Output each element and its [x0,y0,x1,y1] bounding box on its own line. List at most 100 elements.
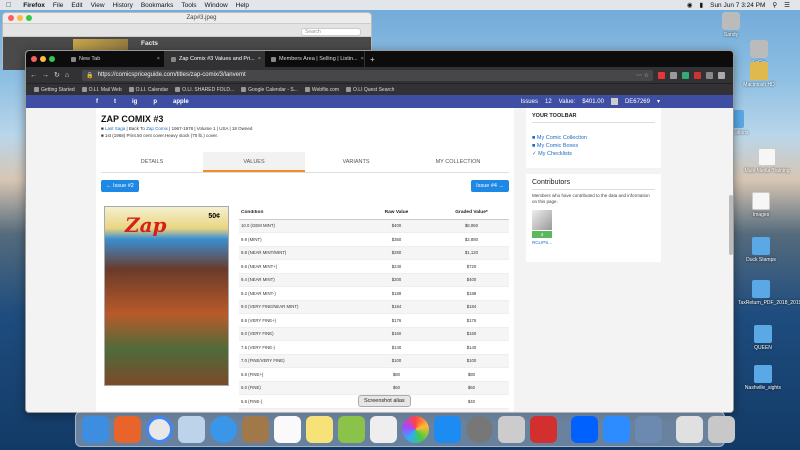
apple-app-icon[interactable]: apple [173,99,189,105]
firefox-window[interactable]: New Tab × Zap Comix #3 Values and Pri... ×… [25,50,734,413]
bookmark-item[interactable]: O.LI. SHARED FOLD... [175,87,234,93]
tab-close-icon[interactable]: × [361,56,364,62]
bookmark-item[interactable]: Webflix.com [304,87,339,93]
contributor-name-link[interactable]: RCLIPS... [532,240,655,245]
menu-help[interactable]: Help [236,2,249,9]
comic-cover-image[interactable]: Zap 50¢ [104,206,229,386]
desktop-icon-doc[interactable]: Images [738,192,784,218]
preview-search-input[interactable]: Search [301,28,361,36]
tab-my-collection[interactable]: MY COLLECTION [407,152,509,172]
bookmark-item[interactable]: Google Calendar - S... [241,87,298,93]
notes-icon[interactable] [306,415,333,443]
app-store-icon[interactable] [434,415,461,443]
close-icon[interactable] [8,15,14,21]
tab-close-icon[interactable]: × [258,56,261,62]
firefox-icon[interactable] [114,415,141,443]
minimize-icon[interactable] [17,15,23,21]
zoom-app-icon[interactable] [603,415,630,443]
my-checklists-link[interactable]: ✓ My Checklists [532,151,655,157]
extension-icon[interactable] [694,71,701,79]
twitter-icon[interactable]: t [114,99,116,105]
desktop-icon-folder[interactable]: Nashville_sights [740,365,786,391]
menubar-clock[interactable]: Sun Jun 7 3:24 PM [710,2,765,9]
tab-zap-comix[interactable]: Zap Comix #3 Values and Pri... × [165,51,265,67]
last-saga-link[interactable]: Last Saga [105,126,125,131]
text-editor-icon[interactable] [498,415,525,443]
close-icon[interactable] [31,56,37,62]
tab-close-icon[interactable]: × [157,56,160,62]
bookmark-item[interactable]: O.LI. Calendar [128,87,168,93]
finder-icon[interactable] [82,415,109,443]
forward-icon[interactable]: → [42,72,49,79]
tab-new-tab[interactable]: New Tab × [65,51,165,67]
photos-icon[interactable] [402,415,429,443]
contacts-icon[interactable] [242,415,269,443]
my-comic-collection-link[interactable]: ■ My Comic Collection [532,135,655,141]
pinterest-icon[interactable]: p [153,99,157,105]
desktop-icon-folder[interactable]: TaxReturn_PDF_2018_2019 [738,280,800,306]
zoom-icon[interactable] [49,56,55,62]
new-tab-icon[interactable]: + [370,55,375,64]
desktop-icon-folder[interactable]: Duck Stamps [738,237,784,263]
tab-values[interactable]: VALUES [203,152,305,172]
mail-icon[interactable] [178,415,205,443]
preview-icon[interactable] [635,415,662,443]
page-actions-icon[interactable]: ⋯ ☆ [636,72,649,79]
facebook-icon[interactable]: f [96,99,98,105]
screenshot-alias-label[interactable]: Screenshot alias [358,395,411,407]
tab-variants[interactable]: VARIANTS [305,152,407,172]
tab-details[interactable]: DETAILS [101,152,203,172]
safari-icon[interactable] [210,415,237,443]
url-bar[interactable]: 🔒 https://comicspriceguide.com/titles/za… [82,69,653,81]
desktop-icon-ydrive[interactable]: Macintosh HD [736,62,782,88]
menubar-app-name[interactable]: Firefox [23,2,45,9]
dropbox-icon[interactable] [571,415,598,443]
instagram-icon[interactable]: ig [132,99,137,105]
chrome-icon[interactable] [146,415,173,443]
menu-window[interactable]: Window [205,2,228,9]
reload-icon[interactable]: ↻ [54,71,60,79]
extension-icon[interactable] [658,71,665,79]
tab-members-area[interactable]: Members Area | Selling | Listin... × [265,51,365,67]
battery-icon[interactable]: ▮ [700,1,704,9]
menu-edit[interactable]: Edit [71,2,82,9]
menu-tools[interactable]: Tools [181,2,196,9]
avatar[interactable] [610,98,618,105]
back-icon[interactable]: ← [30,72,37,79]
maps-icon[interactable] [338,415,365,443]
url-text[interactable]: https://comicspriceguide.com/titles/zap-… [98,72,246,78]
spotlight-icon[interactable]: ⚲ [772,1,777,9]
username[interactable]: DE67269 [625,99,650,105]
my-comic-boxes-link[interactable]: ■ My Comic Boxes [532,143,655,149]
extension-icon[interactable] [706,71,713,79]
menu-file[interactable]: File [53,2,63,9]
downloads-stack-icon[interactable] [676,415,703,443]
extension-icon[interactable] [670,71,677,79]
contributor-avatar[interactable] [532,209,552,230]
desktop-icon-folder[interactable]: QUEEN [740,325,786,351]
menu-history[interactable]: History [113,2,133,9]
extension-icon[interactable] [682,71,689,79]
series-link[interactable]: Zap Comix [146,126,168,131]
next-issue-button[interactable]: Issue #4 → [471,180,509,192]
desktop-icon-doc[interactable]: Multi-Media Training [744,148,790,174]
bookmark-item[interactable]: O.LI Quest Search [346,87,394,93]
menu-view[interactable]: View [91,2,105,9]
chevron-down-icon[interactable]: ▾ [657,98,660,105]
trash-icon[interactable] [708,415,735,443]
menu-icon[interactable] [718,71,725,79]
minimize-icon[interactable] [40,56,46,62]
system-preferences-icon[interactable] [466,415,493,443]
menu-bookmarks[interactable]: Bookmarks [141,2,174,9]
home-icon[interactable]: ⌂ [65,72,69,79]
zoom-icon[interactable] [26,15,32,21]
screenshot-icon[interactable] [370,415,397,443]
desktop-icon-drive[interactable]: Sandy [708,12,754,38]
page-scrollbar[interactable] [729,195,733,255]
bookmark-item[interactable]: Getting Started [34,87,75,93]
control-center-icon[interactable]: ☰ [784,1,790,9]
bookmark-item[interactable]: O.LI. Mail Web [81,87,122,93]
wifi-icon[interactable]: ◉ [687,1,693,9]
prev-issue-button[interactable]: ← Issue #2 [101,180,139,192]
reminders-icon[interactable] [274,415,301,443]
